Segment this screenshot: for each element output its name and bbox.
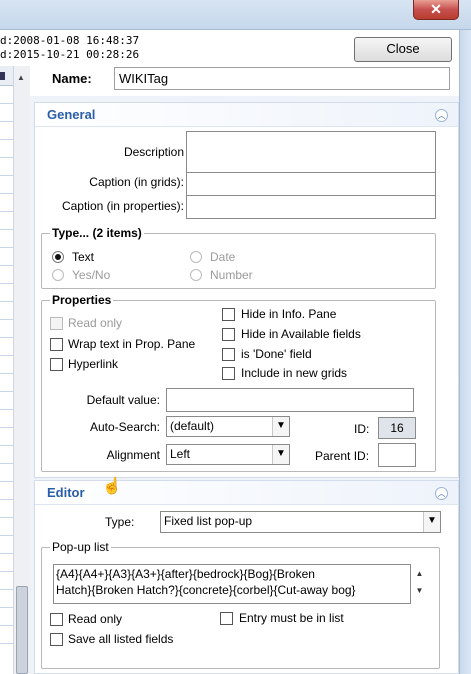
include-new-label[interactable]: Include in new grids <box>241 366 347 380</box>
description-input[interactable] <box>186 131 436 173</box>
default-value-input[interactable] <box>166 388 414 412</box>
popup-list-line2: Hatch}{Broken Hatch?}{concrete}{corbel}{… <box>56 583 356 597</box>
name-label: Name: <box>52 71 92 86</box>
close-button-label: Close <box>386 41 420 56</box>
scroll-up-icon[interactable]: ▲ <box>17 73 25 82</box>
close-icon: ✕ <box>430 1 442 17</box>
hide-info-checkbox[interactable] <box>222 308 235 321</box>
scroll-down-icon[interactable]: ▼ <box>411 586 428 595</box>
wrap-text-label[interactable]: Wrap text in Prop. Pane <box>68 337 195 351</box>
close-button[interactable]: Close <box>354 37 452 62</box>
caption-grids-label: Caption (in grids): <box>89 175 184 189</box>
type-date-label[interactable]: Date <box>210 250 235 264</box>
hide-available-label[interactable]: Hide in Available fields <box>241 327 361 341</box>
hide-info-label[interactable]: Hide in Info. Pane <box>241 307 336 321</box>
auto-search-select[interactable]: (default) ▼ <box>166 416 290 437</box>
editor-title: Editor <box>47 485 85 500</box>
alignment-select[interactable]: Left ▼ <box>166 444 290 465</box>
popup-list-scrollbar[interactable]: ▲ ▼ <box>411 564 428 604</box>
id-label: ID: <box>354 422 370 436</box>
editor-group: Editor ︿ Type: Fixed list pop-up ▼ Pop-u… <box>34 480 459 674</box>
window-close-button[interactable]: ✕ <box>413 0 459 20</box>
properties-pane: Name: WIKITag General ︿ Description Capt… <box>30 66 459 674</box>
grid-rows[interactable] <box>0 86 14 646</box>
type-text-label[interactable]: Text <box>72 250 94 264</box>
created-date-text: d:2008-01-08 16:48:37 <box>0 34 140 47</box>
window-right-frame <box>459 30 471 674</box>
read-only-checkbox[interactable] <box>50 317 63 330</box>
grid-scrollbar[interactable]: ▲ <box>13 66 30 674</box>
scrollbar-thumb[interactable] <box>16 586 28 674</box>
dropdown-arrow-icon[interactable]: ▼ <box>272 417 289 436</box>
hyperlink-label[interactable]: Hyperlink <box>68 357 118 371</box>
editor-read-only-label[interactable]: Read only <box>68 612 122 626</box>
scroll-up-icon[interactable]: ▲ <box>411 569 428 578</box>
auto-search-value: (default) <box>170 419 215 433</box>
properties-legend: Properties <box>50 293 114 307</box>
type-number-label[interactable]: Number <box>210 268 253 282</box>
type-yesno-label[interactable]: Yes/No <box>72 268 110 282</box>
save-all-checkbox[interactable] <box>50 633 63 646</box>
popup-list-line1: {A4}{A4+}{A3}{A3+}{after}{bedrock}{Bog}{… <box>56 567 315 581</box>
read-only-label[interactable]: Read only <box>68 316 122 330</box>
caption-props-input[interactable] <box>186 195 436 219</box>
dropdown-arrow-icon[interactable]: ▼ <box>272 445 289 464</box>
editor-header[interactable]: Editor ︿ <box>35 481 458 505</box>
description-label: Description <box>123 145 184 159</box>
type-date-radio[interactable] <box>190 251 202 263</box>
hide-available-checkbox[interactable] <box>222 328 235 341</box>
is-done-label[interactable]: is 'Done' field <box>241 347 312 361</box>
editor-type-label: Type: <box>105 515 135 529</box>
type-number-radio[interactable] <box>190 269 202 281</box>
alignment-label: Alignment <box>106 448 160 462</box>
default-value-label: Default value: <box>86 393 160 407</box>
save-all-label[interactable]: Save all listed fields <box>68 632 173 646</box>
alignment-value: Left <box>170 447 191 461</box>
title-bar <box>0 0 471 30</box>
type-legend: Type... (2 items) <box>50 226 144 240</box>
hyperlink-checkbox[interactable] <box>50 358 63 371</box>
popup-list-fieldset: Pop-up list {A4}{A4+}{A3}{A3+}{after}{be… <box>41 540 440 669</box>
editor-type-select[interactable]: Fixed list pop-up ▼ <box>160 511 441 533</box>
parent-id-input[interactable] <box>378 443 416 467</box>
name-row: Name: WIKITag <box>30 66 459 96</box>
popup-list-legend: Pop-up list <box>50 540 111 554</box>
general-title: General <box>47 107 96 122</box>
caption-props-label: Caption (in properties): <box>61 199 184 213</box>
modified-date-text: d:2015-10-21 00:28:26 <box>0 48 140 61</box>
id-value: 16 <box>378 417 416 439</box>
is-done-checkbox[interactable] <box>222 348 235 361</box>
wrap-text-checkbox[interactable] <box>50 338 63 351</box>
include-new-checkbox[interactable] <box>222 367 235 380</box>
name-input[interactable]: WIKITag <box>114 67 450 90</box>
entry-must-label[interactable]: Entry must be in list <box>239 611 344 625</box>
type-fieldset: Type... (2 items) Text Date Yes/No Numbe… <box>41 226 436 289</box>
auto-search-label: Auto-Search: <box>89 420 160 434</box>
hand-cursor-icon: ☝ <box>102 478 122 495</box>
chevron-up-icon[interactable]: ︿ <box>435 109 448 122</box>
general-group: General ︿ Description Caption (in grids)… <box>34 102 459 478</box>
caption-grids-input[interactable] <box>186 172 436 196</box>
entry-must-checkbox[interactable] <box>220 612 233 625</box>
editor-type-value: Fixed list pop-up <box>164 514 253 528</box>
parent-id-label: Parent ID: <box>315 449 370 463</box>
popup-list-textarea[interactable]: {A4}{A4+}{A3}{A3+}{after}{bedrock}{Bog}{… <box>53 564 411 604</box>
type-text-radio[interactable] <box>52 251 64 263</box>
properties-fieldset: Properties Read only Wrap text in Prop. … <box>41 293 436 472</box>
dropdown-arrow-icon[interactable]: ▼ <box>423 512 440 532</box>
chevron-up-icon[interactable]: ︿ <box>435 487 448 500</box>
type-yesno-radio[interactable] <box>52 269 64 281</box>
grid-panel: ▲ <box>0 66 30 674</box>
general-header[interactable]: General ︿ <box>35 103 458 127</box>
editor-read-only-checkbox[interactable] <box>50 613 63 626</box>
